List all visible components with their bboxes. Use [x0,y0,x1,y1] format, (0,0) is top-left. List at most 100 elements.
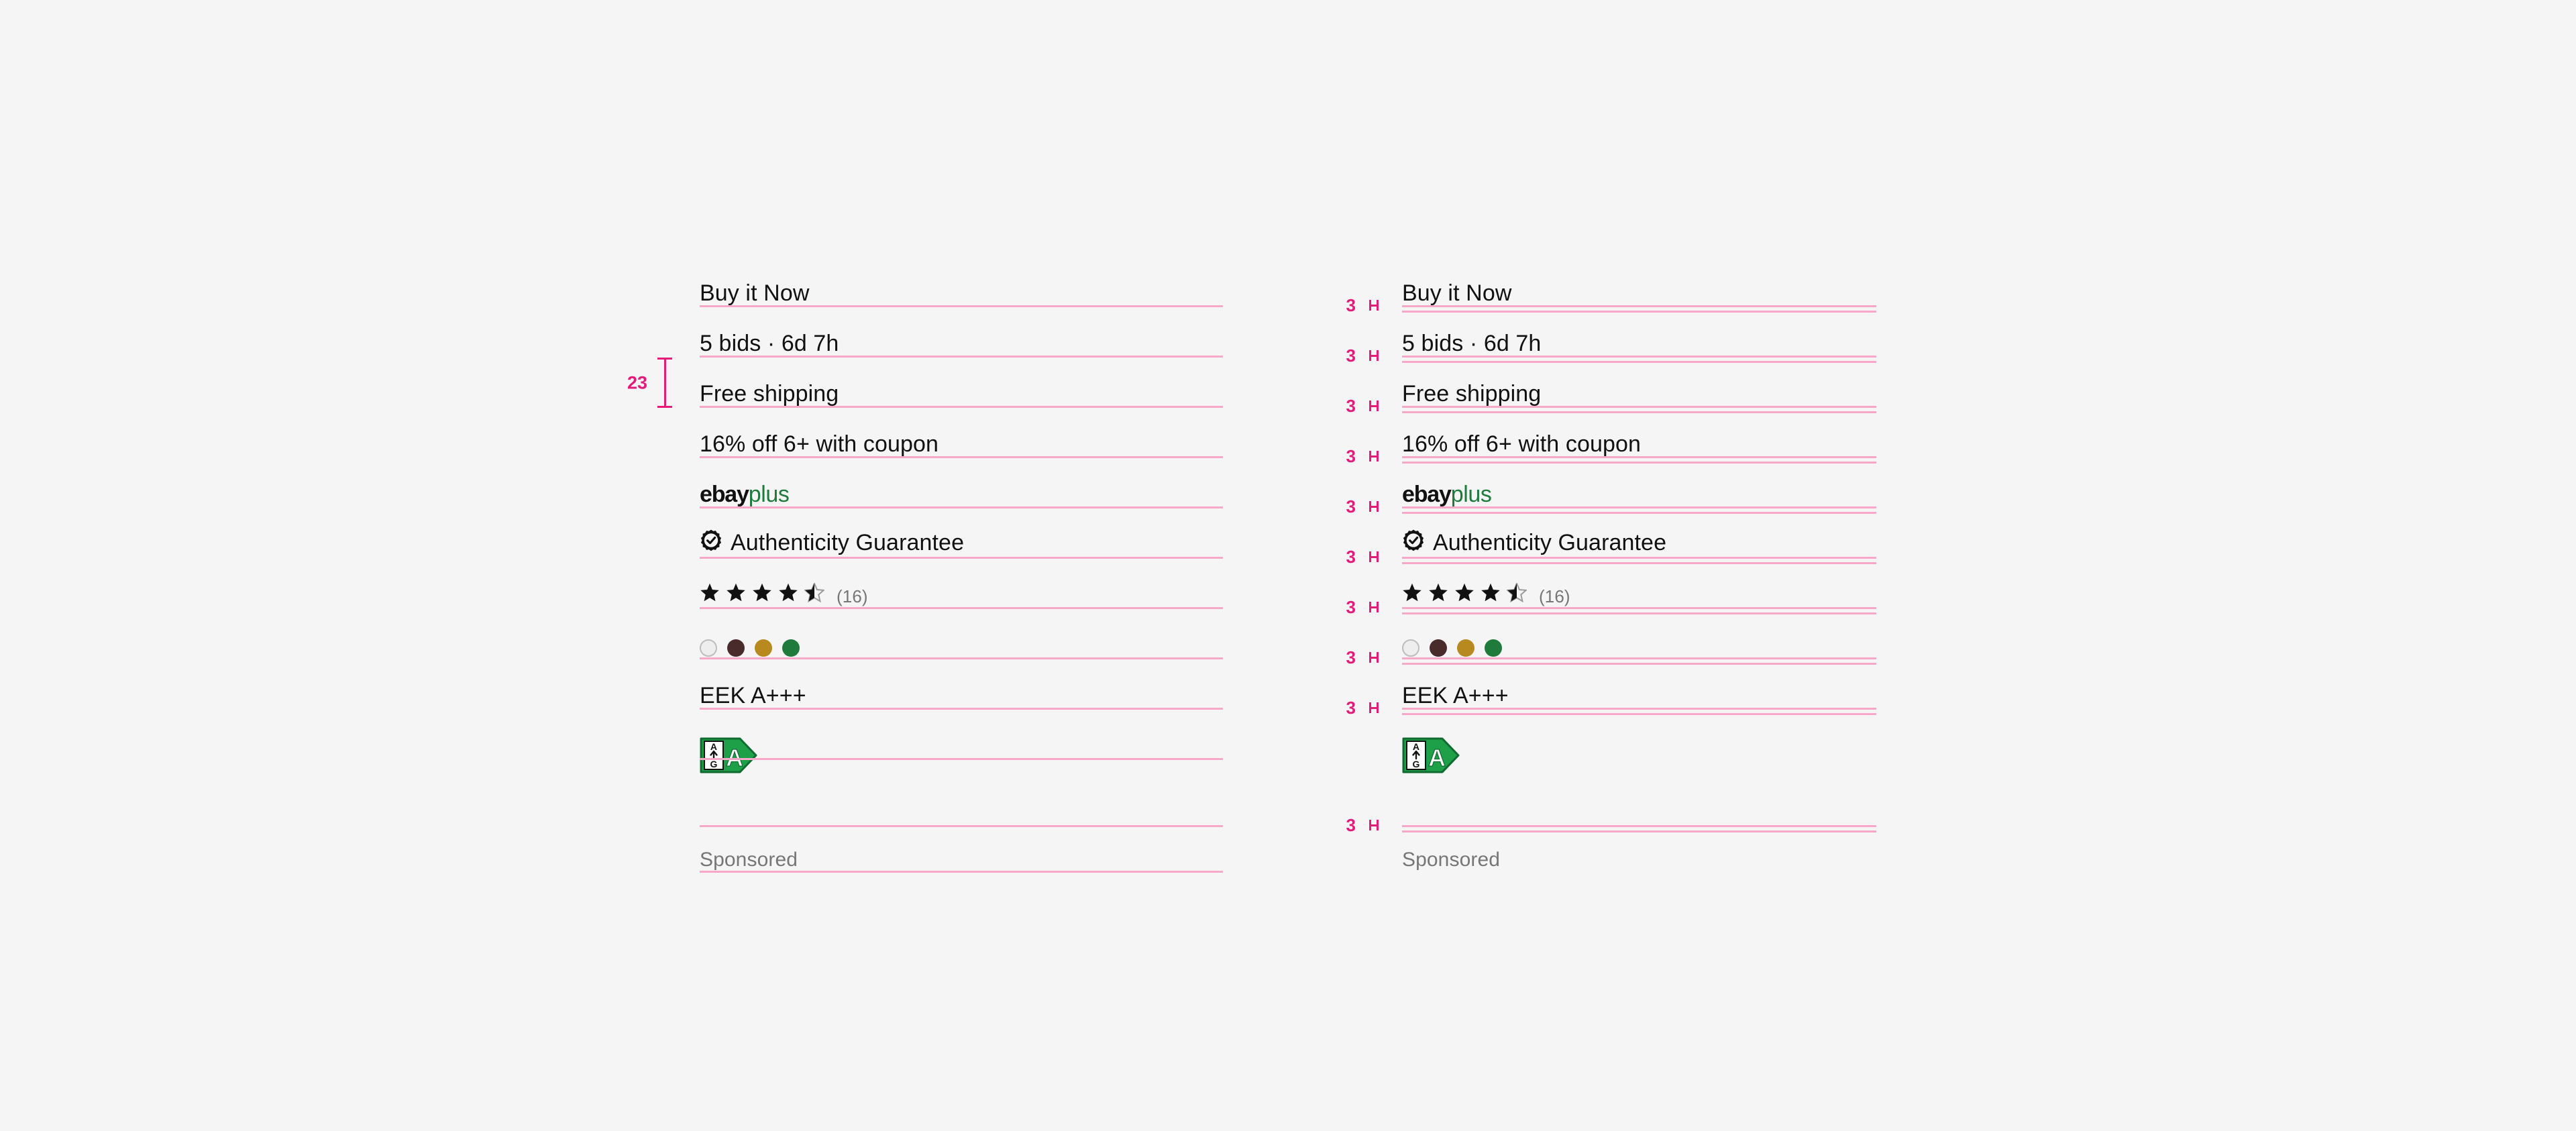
baseline-rule-secondary [1402,361,1876,363]
star-rating: (16) [1402,582,1570,606]
ebay-wordmark-text: ebay [700,482,749,507]
color-swatch-group [700,639,800,657]
baseline-rule [700,406,1223,408]
label-eek: EEK A+++ [1402,683,1509,708]
baseline-rule-secondary [1402,411,1876,413]
ebay-plus-wordmark: ebayplus [1402,482,1492,507]
star-filled-icon [700,583,720,606]
measurement-value: 23 [627,372,648,392]
measurement-3-after-authenticity: 3 [1345,547,1381,567]
svg-text:A: A [1428,744,1446,771]
review-count: (16) [1539,586,1570,606]
measurement-3-after-rating: 3 [1345,597,1381,617]
star-filled-icon [752,583,772,606]
review-count: (16) [837,586,868,606]
plus-wordmark-text: plus [748,482,790,507]
label-eek: EEK A+++ [700,683,806,708]
baseline-rule [1402,708,1876,710]
baseline-rule [700,657,1223,659]
right-spec-column: Buy it Now 5 bids · 6d 7h Free shipping … [1402,0,1932,1131]
annotation-canvas: Buy it Now 5 bids · 6d 7h Free shipping … [0,0,2576,1131]
measurement-value: 3 [1346,496,1356,517]
authenticity-guarantee-row: Authenticity Guarantee [1402,529,1666,556]
label-free-shipping: Free shipping [700,381,839,407]
measurement-value: 3 [1346,647,1356,667]
color-swatch[interactable] [782,639,800,657]
measurement-3-after-buy-it-now: 3 [1345,295,1381,315]
baseline-rule [700,758,1223,760]
baseline-rule [1402,506,1876,508]
baseline-rule-secondary [1402,462,1876,464]
measurement-value: 3 [1346,547,1356,567]
color-swatch[interactable] [727,639,745,657]
baseline-rule [700,708,1223,710]
authenticity-guarantee-label: Authenticity Guarantee [731,530,965,555]
baseline-rule [700,557,1223,559]
divider-rule [1402,825,1876,827]
baseline-rule [1402,607,1876,609]
svg-text:A: A [710,741,717,752]
baseline-rule [700,356,1223,358]
ibeam-horizontal-icon [1366,652,1381,663]
ibeam-horizontal-icon [1366,501,1381,512]
ibeam-horizontal-icon [1366,602,1381,612]
energy-label-badge-wrap: A G A [1402,737,1460,773]
label-free-shipping: Free shipping [1402,381,1542,407]
measurement-3-after-coupon: 3 [1345,447,1381,465]
svg-text:G: G [710,759,718,769]
baseline-rule [700,305,1223,307]
ibeam-horizontal-icon [1366,350,1381,361]
baseline-rule-secondary [1402,562,1876,564]
ebay-wordmark-text: ebay [1402,482,1452,507]
measurement-3-after-ebay-plus: 3 [1345,496,1381,517]
divider-rule [700,825,1223,827]
ibeam-horizontal-icon [1366,300,1381,311]
label-buy-it-now: Buy it Now [1402,280,1512,306]
color-swatch[interactable] [1402,639,1419,657]
baseline-rule [1402,305,1876,307]
label-buy-it-now: Buy it Now [700,280,810,306]
measurement-value: 3 [1346,698,1356,718]
authenticity-guarantee-icon [700,529,722,556]
star-filled-icon [726,583,746,606]
label-sponsored: Sponsored [1402,849,1501,871]
baseline-rule [700,456,1223,458]
star-filled-icon [1402,583,1422,606]
energy-label-badge-wrap: A G A [700,737,757,773]
energy-efficiency-icon[interactable]: A G A [1402,737,1460,773]
color-swatch[interactable] [1430,639,1447,657]
baseline-rule [1402,356,1876,358]
baseline-rule [700,871,1223,873]
authenticity-guarantee-icon [1402,529,1425,556]
star-rating: (16) [700,582,868,606]
star-filled-icon [1428,583,1448,606]
color-swatch[interactable] [700,639,717,657]
color-swatch[interactable] [1457,639,1474,657]
divider-rule-secondary [1402,830,1876,832]
baseline-rule-secondary [1402,612,1876,614]
color-swatch[interactable] [755,639,772,657]
measurement-value: 3 [1346,295,1356,315]
color-swatch[interactable] [1485,639,1502,657]
label-bids-time: 5 bids · 6d 7h [1402,331,1542,356]
label-bids-time: 5 bids · 6d 7h [700,331,839,356]
baseline-rule-secondary [1402,512,1876,514]
color-swatch-group [1402,639,1502,657]
label-sponsored: Sponsored [700,849,798,871]
baseline-rule [700,607,1223,609]
baseline-rule [1402,657,1876,659]
measurement-value: 3 [1346,597,1356,617]
energy-efficiency-icon[interactable]: A G A [700,737,757,773]
baseline-rule [1402,456,1876,458]
star-filled-icon [1481,583,1501,606]
measurement-value: 3 [1346,815,1356,835]
authenticity-guarantee-label: Authenticity Guarantee [1433,530,1667,555]
measurement-3-after-free-shipping: 3 [1345,396,1381,416]
baseline-rule [1402,406,1876,408]
ibeam-horizontal-icon [1366,451,1381,462]
measurement-3-after-bids-time: 3 [1345,347,1381,364]
measurement-value: 3 [1346,396,1356,416]
authenticity-guarantee-row: Authenticity Guarantee [700,529,964,556]
baseline-rule-secondary [1402,713,1876,715]
left-spec-column: Buy it Now 5 bids · 6d 7h Free shipping … [700,0,1230,1131]
